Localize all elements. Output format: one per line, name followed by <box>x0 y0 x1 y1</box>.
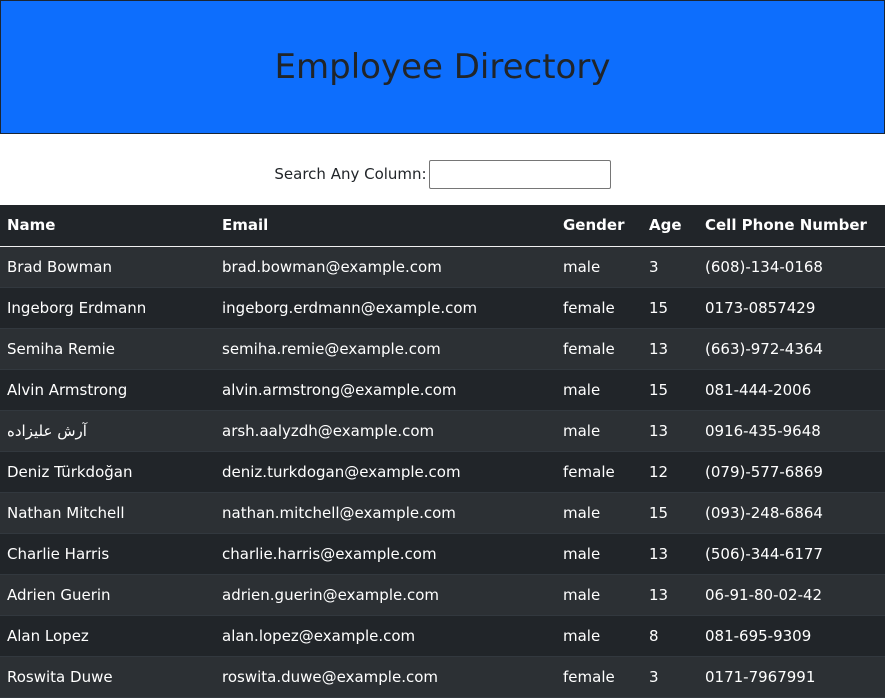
cell-phone: 06-91-80-02-42 <box>705 585 823 604</box>
page-header: Employee Directory <box>0 0 885 134</box>
header-row: Name Email Gender Age Cell Phone Number <box>0 205 885 247</box>
table-row: Brad Bowman brad.bowman@example.com male 3 (… <box>0 246 885 287</box>
cell-email: roswita.duwe@example.com <box>222 667 438 686</box>
cell-email: brad.bowman@example.com <box>222 257 442 276</box>
cell-phone: 0171-7967991 <box>705 667 816 686</box>
cell-phone: 0173-0857429 <box>705 298 816 317</box>
cell-age: 12 <box>649 462 669 481</box>
cell-gender: male <box>563 421 601 440</box>
cell-age: 3 <box>649 667 659 686</box>
cell-phone: 0916-435-9648 <box>705 421 821 440</box>
cell-name: Ingeborg Erdmann <box>7 298 147 317</box>
cell-name: Nathan Mitchell <box>7 503 125 522</box>
cell-gender: male <box>563 544 601 563</box>
cell-email: nathan.mitchell@example.com <box>222 503 456 522</box>
cell-phone: 081-444-2006 <box>705 380 812 399</box>
search-label: Search Any Column: <box>274 165 427 183</box>
cell-gender: female <box>563 339 615 358</box>
table-row: Deniz Türkdoğan deniz.turkdogan@example.c… <box>0 451 885 492</box>
table-row: Ingeborg Erdmann ingeborg.erdmann@example… <box>0 287 885 328</box>
cell-name: Alan Lopez <box>7 626 89 645</box>
cell-email: adrien.guerin@example.com <box>222 585 440 604</box>
cell-phone: (608)-134-0168 <box>705 257 823 276</box>
search-input[interactable] <box>428 159 611 189</box>
cell-email: charlie.harris@example.com <box>222 544 437 563</box>
cell-age: 15 <box>649 298 669 317</box>
cell-gender: female <box>563 462 615 481</box>
table-row: Charlie Harris charlie.harris@example.com… <box>0 533 885 574</box>
cell-phone: 081-695-9309 <box>705 626 812 645</box>
cell-name: Roswita Duwe <box>7 667 113 686</box>
cell-name: آرش علیزاده <box>7 421 87 440</box>
search-bar: Search Any Column: <box>0 159 885 189</box>
cell-gender: male <box>563 585 601 604</box>
cell-email: ingeborg.erdmann@example.com <box>222 298 478 317</box>
cell-age: 13 <box>649 421 669 440</box>
cell-name: Alvin Armstrong <box>7 380 128 399</box>
table-row: آرش علیزاده arsh.aalyzdh@example.com male 1… <box>0 410 885 451</box>
page-title: Employee Directory <box>274 47 611 87</box>
column-header-phone[interactable]: Cell Phone Number <box>698 205 885 247</box>
cell-name: Deniz Türkdoğan <box>7 462 133 481</box>
table-body: Brad Bowman brad.bowman@example.com male 3 (… <box>0 246 885 697</box>
column-header-name[interactable]: Name <box>0 205 215 247</box>
cell-email: alan.lopez@example.com <box>222 626 416 645</box>
cell-phone: (506)-344-6177 <box>705 544 823 563</box>
cell-gender: female <box>563 667 615 686</box>
table-row: Nathan Mitchell nathan.mitchell@example.c… <box>0 492 885 533</box>
cell-age: 3 <box>649 257 659 276</box>
table-header: Name Email Gender Age Cell Phone Number <box>0 205 885 247</box>
employee-table: Name Email Gender Age Cell Phone Number … <box>0 205 885 698</box>
cell-name: Semiha Remie <box>7 339 115 358</box>
column-header-age[interactable]: Age <box>642 205 698 247</box>
cell-phone: (093)-248-6864 <box>705 503 823 522</box>
cell-email: arsh.aalyzdh@example.com <box>222 421 435 440</box>
cell-age: 13 <box>649 339 669 358</box>
cell-age: 13 <box>649 544 669 563</box>
cell-name: Brad Bowman <box>7 257 112 276</box>
cell-email: semiha.remie@example.com <box>222 339 441 358</box>
cell-email: deniz.turkdogan@example.com <box>222 462 461 481</box>
cell-name: Adrien Guerin <box>7 585 111 604</box>
cell-gender: male <box>563 626 601 645</box>
cell-age: 15 <box>649 503 669 522</box>
table-row: Adrien Guerin adrien.guerin@example.com ma… <box>0 574 885 615</box>
cell-age: 13 <box>649 585 669 604</box>
table-row: Alvin Armstrong alvin.armstrong@example.c… <box>0 369 885 410</box>
cell-phone: (079)-577-6869 <box>705 462 823 481</box>
cell-phone: (663)-972-4364 <box>705 339 823 358</box>
table-row: Semiha Remie semiha.remie@example.com fema… <box>0 328 885 369</box>
cell-email: alvin.armstrong@example.com <box>222 380 457 399</box>
cell-age: 8 <box>649 626 659 645</box>
column-header-email[interactable]: Email <box>215 205 556 247</box>
cell-gender: female <box>563 298 615 317</box>
cell-gender: male <box>563 380 601 399</box>
cell-gender: male <box>563 503 601 522</box>
table-row: Alan Lopez alan.lopez@example.com male 8 081… <box>0 615 885 656</box>
table-row: Roswita Duwe roswita.duwe@example.com fema… <box>0 656 885 697</box>
cell-name: Charlie Harris <box>7 544 110 563</box>
cell-age: 15 <box>649 380 669 399</box>
cell-gender: male <box>563 257 601 276</box>
column-header-gender[interactable]: Gender <box>556 205 642 247</box>
